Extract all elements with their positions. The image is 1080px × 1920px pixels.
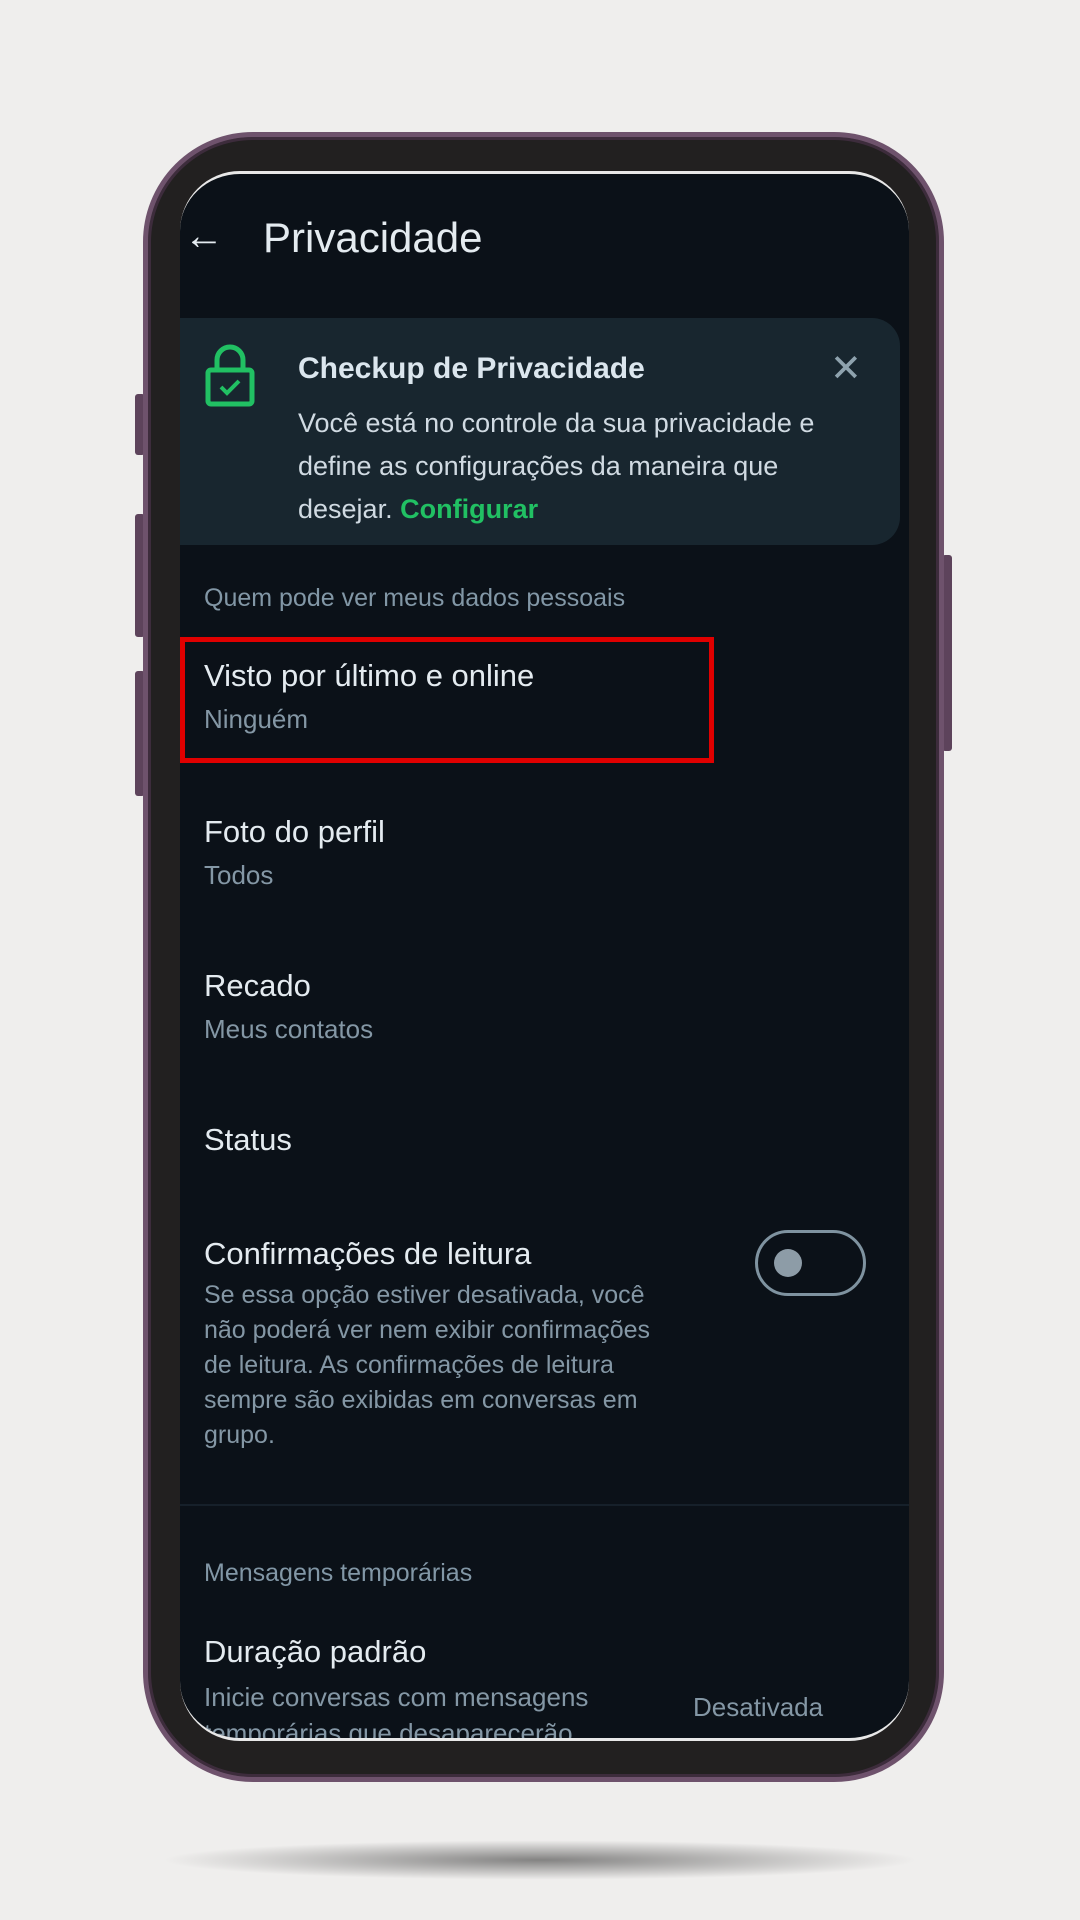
divider	[180, 1504, 909, 1506]
phone-shadow	[160, 1840, 920, 1880]
screen: ← Privacidade Checkup de Privacidade ✕ V…	[180, 171, 909, 1741]
configure-link[interactable]: Configurar	[400, 494, 538, 524]
checkup-text: Você está no controle da sua privacidade…	[298, 408, 815, 524]
checkup-title: Checkup de Privacidade	[298, 352, 645, 385]
item-value: Ninguém	[204, 704, 309, 734]
item-description: Se essa opção estiver desativada, você n…	[204, 1281, 651, 1449]
item-title: Duração padrão	[204, 1634, 427, 1669]
item-title: Visto por último e online	[204, 658, 535, 693]
section-header-personal: Quem pode ver meus dados pessoais	[204, 584, 626, 612]
item-title: Status	[204, 1122, 292, 1157]
page-title: Privacidade	[263, 214, 483, 261]
item-title: Confirmações de leitura	[204, 1236, 532, 1271]
toggle-knob	[774, 1249, 802, 1277]
item-title: Foto do perfil	[204, 814, 385, 849]
back-arrow-icon[interactable]: ←	[184, 214, 224, 259]
read-receipts-toggle[interactable]	[755, 1230, 866, 1296]
item-title: Recado	[204, 968, 311, 1003]
item-value: Desativada	[693, 1692, 824, 1722]
item-description: Inicie conversas com mensagens temporári…	[204, 1682, 589, 1741]
item-value: Todos	[204, 860, 274, 890]
highlight-box	[180, 637, 714, 763]
checkup-body: Você está no controle da sua privacidade…	[298, 402, 878, 531]
lock-check-icon	[205, 344, 255, 407]
item-value: Meus contatos	[204, 1014, 374, 1044]
section-header-temp: Mensagens temporárias	[204, 1559, 473, 1587]
close-icon[interactable]: ✕	[830, 346, 862, 391]
privacy-checkup-card[interactable]: Checkup de Privacidade ✕ Você está no co…	[180, 318, 900, 545]
